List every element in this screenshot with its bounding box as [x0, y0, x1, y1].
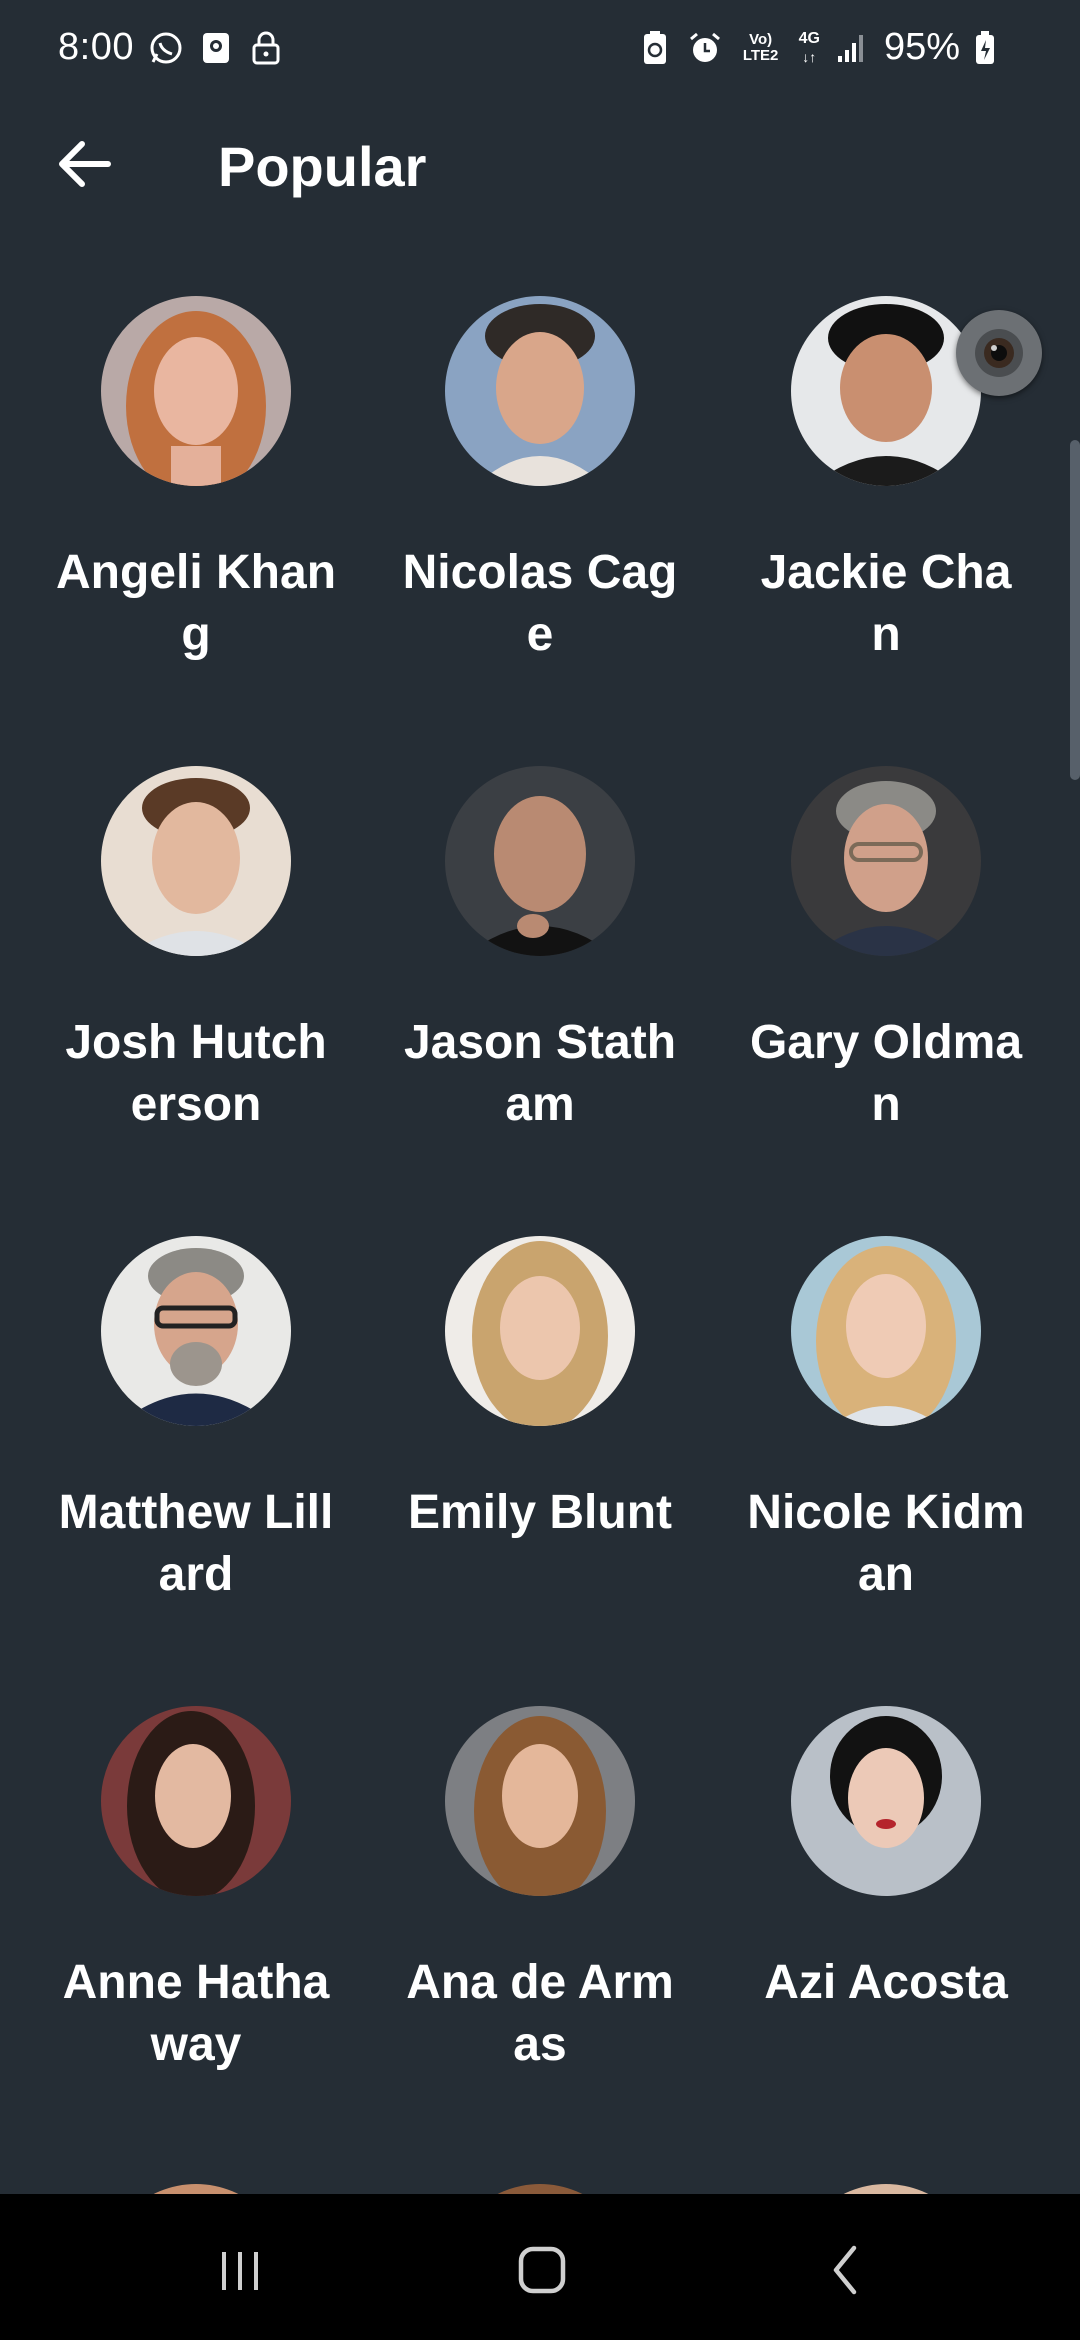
data-arrows-icon: ↓↑: [802, 48, 817, 65]
volte-icon: Vo) LTE2: [737, 30, 785, 64]
avatar: [791, 1706, 981, 1896]
status-bar: 8:00 Vo) LTE2 4G ↓↑ 95%: [0, 0, 1080, 100]
signal-icon: [834, 30, 870, 66]
arrow-back-icon: [59, 141, 111, 187]
avatar: [101, 296, 291, 486]
person-card[interactable]: Azi Acosta: [736, 1706, 1036, 2014]
person-name: Nicolas Cage: [402, 546, 678, 661]
person-name: Jason Statham: [403, 1016, 677, 1131]
person-name: Jackie Chan: [760, 546, 1012, 661]
screen-record-icon: [198, 30, 234, 66]
battery-icon: [974, 30, 1010, 66]
person-card[interactable]: Nicole Kidman: [736, 1236, 1036, 1606]
status-left: 8:00: [58, 26, 284, 69]
whatsapp-icon: [148, 30, 184, 66]
recent-apps-button[interactable]: [200, 2230, 280, 2310]
page-title: Popular: [218, 135, 427, 198]
person-card[interactable]: Matthew Lillard: [46, 1236, 346, 1606]
nav-bar: [0, 2194, 1080, 2340]
avatar: [791, 766, 981, 956]
avatar: [791, 296, 981, 486]
status-time: 8:00: [58, 26, 134, 68]
person-card[interactable]: Nicolas Cage: [390, 296, 690, 666]
lock-icon: [248, 30, 284, 66]
app-bar: Popular: [0, 100, 1080, 240]
floating-eye-bubble[interactable]: [956, 310, 1042, 396]
person-name: Nicole Kidman: [747, 1486, 1025, 1601]
recent-apps-icon: [222, 2252, 258, 2290]
person-name: Anne Hathaway: [62, 1956, 330, 2071]
back-button[interactable]: [44, 124, 124, 204]
person-card[interactable]: Emily Blunt: [390, 1236, 690, 1544]
avatar: [791, 1236, 981, 1426]
avatar: [445, 296, 635, 486]
battery-saver-icon: [637, 30, 673, 66]
alarm-icon: [687, 30, 723, 66]
person-name: Ana de Armas: [406, 1956, 674, 2071]
avatar: [101, 1706, 291, 1896]
person-name: Matthew Lillard: [58, 1486, 334, 1601]
avatar: [101, 1236, 291, 1426]
screen: 8:00 Vo) LTE2 4G ↓↑ 95% Popular Angeli K…: [0, 0, 1080, 2340]
person-card[interactable]: Josh Hutcherson: [46, 766, 346, 1136]
person-card[interactable]: Angeli Khang: [46, 296, 346, 666]
person-name: Angeli Khang: [56, 546, 337, 661]
network-type: 4G ↓↑: [799, 30, 820, 66]
person-name: Azi Acosta: [764, 1956, 1008, 2009]
person-card[interactable]: Jason Statham: [390, 766, 690, 1136]
person-name: Emily Blunt: [407, 1486, 673, 1539]
volte-label: Vo) LTE2: [742, 30, 779, 64]
battery-percent: 95%: [883, 26, 960, 68]
avatar: [445, 766, 635, 956]
avatar: [445, 1236, 635, 1426]
person-name: Josh Hutcherson: [65, 1016, 327, 1131]
home-button[interactable]: [502, 2230, 582, 2310]
home-icon: [518, 2246, 566, 2294]
person-card[interactable]: Gary Oldman: [736, 766, 1036, 1136]
person-name: Gary Oldman: [749, 1016, 1023, 1131]
status-right: Vo) LTE2 4G ↓↑ 95%: [637, 26, 1010, 69]
eye-icon: [975, 329, 1023, 377]
network-label: 4G: [798, 29, 820, 47]
person-card[interactable]: Anne Hathaway: [46, 1706, 346, 2076]
scrollbar[interactable]: [1070, 440, 1080, 780]
person-card[interactable]: Ana de Armas: [390, 1706, 690, 2076]
avatar: [101, 766, 291, 956]
avatar: [445, 1706, 635, 1896]
back-nav-button[interactable]: [806, 2230, 886, 2310]
back-icon: [833, 2245, 857, 2295]
